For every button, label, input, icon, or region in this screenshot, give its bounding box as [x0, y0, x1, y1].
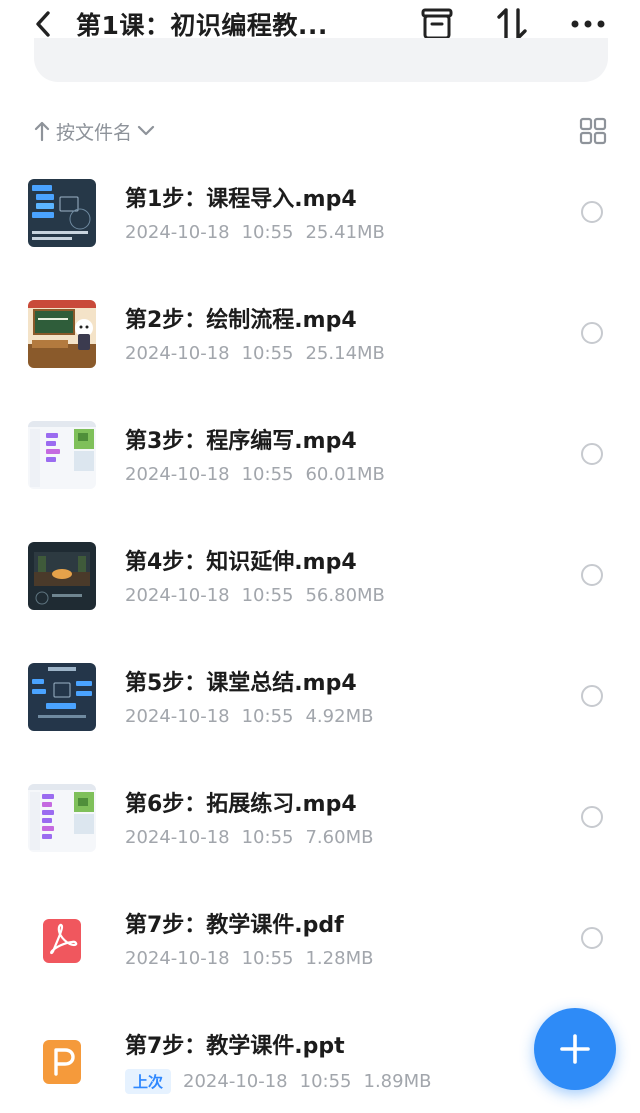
file-name: 第1步：课程导入.mp4	[125, 187, 357, 212]
file-meta: 2024-10-18 10:55 4.92MB	[125, 706, 385, 727]
file-meta: 2024-10-18 10:55 25.41MB	[125, 222, 397, 243]
video-thumbnail	[28, 784, 96, 852]
video-thumb-scratch-editor-icon	[28, 421, 96, 489]
video-thumb-scratch-editor-icon	[28, 784, 96, 852]
chevron-left-icon	[36, 11, 50, 37]
file-type-thumbnail	[28, 1026, 96, 1094]
video-thumb-classroom-icon	[28, 300, 96, 368]
file-time: 10:55	[241, 464, 294, 485]
file-time: 10:55	[241, 343, 294, 364]
page-title: 第1课：初识编程教...	[76, 11, 328, 40]
file-date: 2024-10-18	[125, 464, 230, 485]
video-thumbnail	[28, 179, 96, 247]
file-type-thumbnail	[28, 905, 96, 973]
file-date: 2024-10-18	[183, 1071, 288, 1092]
last-opened-badge: 上次	[125, 1069, 172, 1094]
select-radio[interactable]	[581, 443, 603, 465]
select-radio[interactable]	[581, 564, 603, 586]
file-name: 第7步：教学课件.pdf	[125, 913, 344, 938]
file-meta: 2024-10-18 10:55 25.14MB	[125, 343, 397, 364]
search-bar[interactable]	[34, 38, 608, 82]
file-meta: 2024-10-18 10:55 56.80MB	[125, 585, 397, 606]
plus-icon	[560, 1034, 590, 1064]
ppt-file-icon	[43, 1040, 81, 1084]
file-size: 1.89MB	[363, 1071, 432, 1092]
file-size: 7.60MB	[305, 827, 374, 848]
file-time: 10:55	[299, 1071, 352, 1092]
file-date: 2024-10-18	[125, 585, 230, 606]
file-date: 2024-10-18	[125, 222, 230, 243]
file-date: 2024-10-18	[125, 343, 230, 364]
file-date: 2024-10-18	[125, 948, 230, 969]
sort-arrows-icon	[497, 8, 527, 40]
file-name: 第2步：绘制流程.mp4	[125, 308, 357, 333]
file-name: 第6步：拓展练习.mp4	[125, 792, 357, 817]
pdf-file-icon	[43, 919, 81, 963]
file-name: 第3步：程序编写.mp4	[125, 429, 357, 454]
file-time: 10:55	[241, 948, 294, 969]
file-list: 第1步：课程导入.mp4 2024-10-18 10:55 25.41MB 第2…	[0, 150, 640, 1113]
file-time: 10:55	[241, 827, 294, 848]
video-thumbnail	[28, 421, 96, 489]
file-meta: 2024-10-18 10:55 7.60MB	[125, 827, 385, 848]
file-time: 10:55	[241, 222, 294, 243]
select-radio[interactable]	[581, 927, 603, 949]
file-size: 56.80MB	[305, 585, 385, 606]
archive-icon	[421, 8, 453, 40]
sort-label: 按文件名	[56, 121, 133, 144]
file-item[interactable]: 第1步：课程导入.mp4 2024-10-18 10:55 25.41MB	[0, 150, 640, 271]
grid-view-icon	[579, 117, 607, 145]
file-time: 10:55	[241, 706, 294, 727]
chevron-down-icon	[137, 125, 155, 136]
file-name: 第5步：课堂总结.mp4	[125, 671, 357, 696]
video-thumbnail	[28, 663, 96, 731]
file-date: 2024-10-18	[125, 706, 230, 727]
video-thumb-dark-scene-icon	[28, 542, 96, 610]
file-time: 10:55	[241, 585, 294, 606]
file-item[interactable]: 第3步：程序编写.mp4 2024-10-18 10:55 60.01MB	[0, 392, 640, 513]
video-thumbnail	[28, 300, 96, 368]
select-radio[interactable]	[581, 806, 603, 828]
add-button[interactable]	[534, 1008, 616, 1090]
more-icon	[571, 20, 605, 28]
video-thumb-dark-blocks-icon	[28, 663, 96, 731]
file-meta: 2024-10-18 10:55 1.28MB	[125, 948, 385, 969]
sort-selector[interactable]: 按文件名	[34, 114, 156, 148]
file-item[interactable]: 第2步：绘制流程.mp4 2024-10-18 10:55 25.14MB	[0, 271, 640, 392]
file-size: 1.28MB	[305, 948, 374, 969]
file-item[interactable]: 第7步：教学课件.pdf 2024-10-18 10:55 1.28MB	[0, 876, 640, 997]
file-size: 25.14MB	[305, 343, 385, 364]
file-size: 25.41MB	[305, 222, 385, 243]
file-name: 第7步：教学课件.ppt	[125, 1034, 345, 1059]
video-thumbnail	[28, 542, 96, 610]
select-radio[interactable]	[581, 685, 603, 707]
file-item[interactable]: 第6步：拓展练习.mp4 2024-10-18 10:55 7.60MB	[0, 755, 640, 876]
view-toggle-button[interactable]	[576, 114, 610, 148]
file-date: 2024-10-18	[125, 827, 230, 848]
arrow-up-icon	[34, 121, 50, 142]
file-browser-page: 第1课：初识编程教... 按文件名 第1步：课程导入.mp4 2024-10-1…	[0, 0, 640, 1113]
file-size: 60.01MB	[305, 464, 385, 485]
select-radio[interactable]	[581, 322, 603, 344]
file-meta: 2024-10-18 10:55 60.01MB	[125, 464, 397, 485]
file-size: 4.92MB	[305, 706, 374, 727]
video-thumb-dark-blocks-icon	[28, 179, 96, 247]
file-meta: 上次 2024-10-18 10:55 1.89MB	[125, 1069, 443, 1094]
file-name: 第4步：知识延伸.mp4	[125, 550, 357, 575]
select-radio[interactable]	[581, 201, 603, 223]
file-item[interactable]: 第4步：知识延伸.mp4 2024-10-18 10:55 56.80MB	[0, 513, 640, 634]
file-item[interactable]: 第5步：课堂总结.mp4 2024-10-18 10:55 4.92MB	[0, 634, 640, 755]
